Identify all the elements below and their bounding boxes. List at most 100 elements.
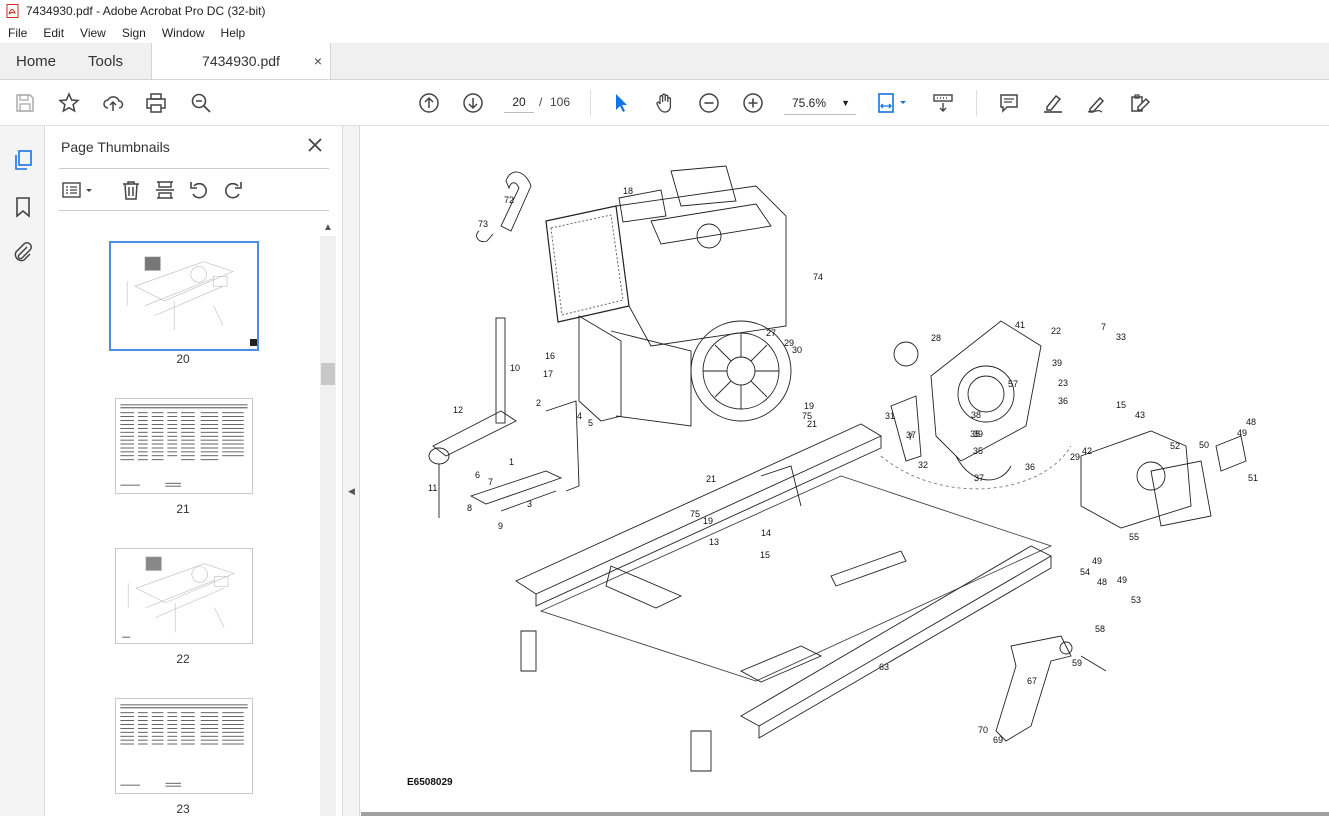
- part-callout: 37: [974, 473, 984, 483]
- bookmark-star-icon[interactable]: [57, 91, 81, 115]
- part-callout: 12: [453, 405, 463, 415]
- part-callout: 39: [1052, 358, 1062, 368]
- part-callout: 27: [766, 328, 776, 338]
- panel-splitter[interactable]: ◀: [342, 126, 360, 816]
- part-callout: 1: [509, 457, 514, 467]
- page-up-icon[interactable]: [417, 91, 441, 115]
- edit-icon[interactable]: [1128, 91, 1152, 115]
- chevron-down-icon: ▼: [841, 98, 850, 108]
- part-callout: 8: [467, 503, 472, 513]
- scroll-thumb[interactable]: [321, 363, 335, 385]
- document-view[interactable]: 72 73 18 74 10 16 17 12 2 4 5 1 6 7 8 11 9 3 27 29 30 19 75 21 2…: [361, 126, 1329, 816]
- thumbnail-label: 23: [176, 802, 190, 816]
- part-callout: 74: [813, 272, 823, 282]
- menu-sign[interactable]: Sign: [114, 26, 154, 40]
- delete-page-icon[interactable]: [119, 178, 143, 202]
- menu-view[interactable]: View: [72, 26, 114, 40]
- part-callout: 7: [908, 432, 913, 442]
- sign-icon[interactable]: [1085, 91, 1109, 115]
- comment-icon[interactable]: [997, 91, 1021, 115]
- part-callout: 51: [1248, 473, 1258, 483]
- attachments-icon[interactable]: [11, 240, 35, 264]
- menu-help[interactable]: Help: [213, 26, 254, 40]
- part-callout: 69: [993, 735, 1003, 745]
- print-icon[interactable]: [144, 91, 168, 115]
- part-callout: 21: [706, 474, 716, 484]
- search-zoom-icon[interactable]: [189, 91, 213, 115]
- tab-tools[interactable]: Tools: [72, 43, 139, 79]
- zoom-in-icon[interactable]: [741, 91, 765, 115]
- part-callout: 48: [1097, 577, 1107, 587]
- part-callout: 48: [1246, 417, 1256, 427]
- menu-file[interactable]: File: [0, 26, 35, 40]
- panel-divider: [59, 168, 329, 169]
- zoom-level-dropdown[interactable]: 75.6% ▼: [784, 91, 856, 115]
- tab-bar: Home Tools 7434930.pdf ×: [0, 43, 1329, 80]
- page-number-input[interactable]: [504, 91, 534, 113]
- highlight-icon[interactable]: [1041, 91, 1065, 115]
- page-total: 106: [550, 95, 571, 109]
- menu-edit[interactable]: Edit: [35, 26, 72, 40]
- part-callout: 63: [879, 662, 889, 672]
- hand-tool-icon[interactable]: [653, 91, 677, 115]
- part-callout: 14: [761, 528, 771, 538]
- part-callout: 18: [623, 186, 633, 196]
- acrobat-app-icon: [6, 4, 19, 18]
- rotate-left-icon[interactable]: [187, 178, 211, 202]
- part-callout: 6: [475, 470, 480, 480]
- thumbnail-resize-handle[interactable]: [250, 339, 257, 346]
- part-callout: 58: [1095, 624, 1105, 634]
- bookmarks-icon[interactable]: [11, 195, 35, 219]
- part-callout: 67: [1027, 676, 1037, 686]
- window-title: 7434930.pdf - Adobe Acrobat Pro DC (32-b…: [26, 4, 266, 18]
- share-upload-icon[interactable]: [101, 91, 125, 115]
- part-callout: 57: [1008, 379, 1018, 389]
- exploded-parts-diagram: 7273187410161712245167811932729301975212…: [428, 165, 1258, 772]
- part-callout: 70: [978, 725, 988, 735]
- thumbnail-page-22[interactable]: [115, 548, 253, 644]
- part-callout: 55: [1129, 532, 1139, 542]
- part-callout: 35: [973, 446, 983, 456]
- close-panel-icon[interactable]: [305, 135, 325, 155]
- tab-home[interactable]: Home: [0, 43, 72, 79]
- part-callout: 36: [1058, 396, 1068, 406]
- part-callout: 11: [428, 483, 437, 493]
- scroll-up-arrow-icon[interactable]: ▲: [323, 222, 333, 233]
- collapse-panel-icon[interactable]: ◀: [348, 486, 355, 497]
- part-callout: 10: [510, 363, 520, 373]
- zoom-out-icon[interactable]: [697, 91, 721, 115]
- thumbnail-scrollbar[interactable]: ▲: [320, 218, 336, 816]
- part-callout: 31: [885, 411, 895, 421]
- save-icon[interactable]: [13, 91, 37, 115]
- select-cursor-icon[interactable]: [609, 91, 633, 115]
- part-callout: 4: [577, 411, 582, 421]
- document-tab-label: 7434930.pdf: [202, 53, 280, 69]
- menu-window[interactable]: Window: [154, 26, 213, 40]
- part-callout: 43: [1135, 410, 1145, 420]
- close-tab-icon[interactable]: ×: [314, 53, 322, 69]
- rotate-right-icon[interactable]: [221, 178, 245, 202]
- scroll-mode-icon[interactable]: [931, 91, 955, 115]
- thumbnail-parts-list-image: [120, 704, 248, 787]
- thumbnail-page-23[interactable]: [115, 698, 253, 794]
- part-callout: 49: [1092, 556, 1102, 566]
- thumbnail-label: 21: [176, 502, 190, 516]
- panel-title: Page Thumbnails: [61, 139, 170, 155]
- thumbnail-page-20[interactable]: [109, 241, 259, 351]
- part-callout: 49: [1117, 575, 1127, 585]
- page-thumbnails-panel: Page Thumbnails 20 21 22 23: [45, 126, 342, 816]
- tab-document[interactable]: 7434930.pdf ×: [151, 43, 332, 79]
- thumbnail-label: 22: [176, 652, 190, 666]
- page-down-icon[interactable]: [461, 91, 485, 115]
- part-callout: 13: [709, 537, 719, 547]
- drawing-id: E6508029: [407, 777, 453, 788]
- scroll-track[interactable]: [320, 236, 336, 816]
- part-callout: 54: [1080, 567, 1090, 577]
- part-callout: 39: [973, 429, 983, 439]
- thumbnail-options-icon[interactable]: [61, 178, 97, 202]
- extract-page-icon[interactable]: [153, 178, 177, 202]
- page-bottom-edge: [361, 812, 1329, 816]
- fit-page-icon[interactable]: [876, 91, 910, 115]
- page-thumbnails-icon[interactable]: [11, 148, 35, 172]
- thumbnail-page-21[interactable]: [115, 398, 253, 494]
